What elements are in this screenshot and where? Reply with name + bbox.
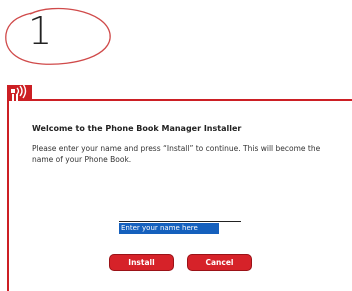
hand-drawn-circle xyxy=(5,7,111,65)
install-button[interactable]: Install xyxy=(109,254,174,271)
step-indicator: 1 xyxy=(2,4,114,68)
step-number: 1 xyxy=(28,9,53,53)
name-input[interactable] xyxy=(119,223,219,234)
dialog-title: Welcome to the Phone Book Manager Instal… xyxy=(32,124,242,133)
name-field-container xyxy=(119,221,241,234)
phone-signal-logo-icon xyxy=(7,85,32,101)
installer-frame-left-border xyxy=(7,99,9,291)
dialog-instructions: Please enter your name and press “Instal… xyxy=(32,144,321,164)
cancel-button[interactable]: Cancel xyxy=(187,254,252,271)
installer-frame-top-border xyxy=(7,99,352,101)
